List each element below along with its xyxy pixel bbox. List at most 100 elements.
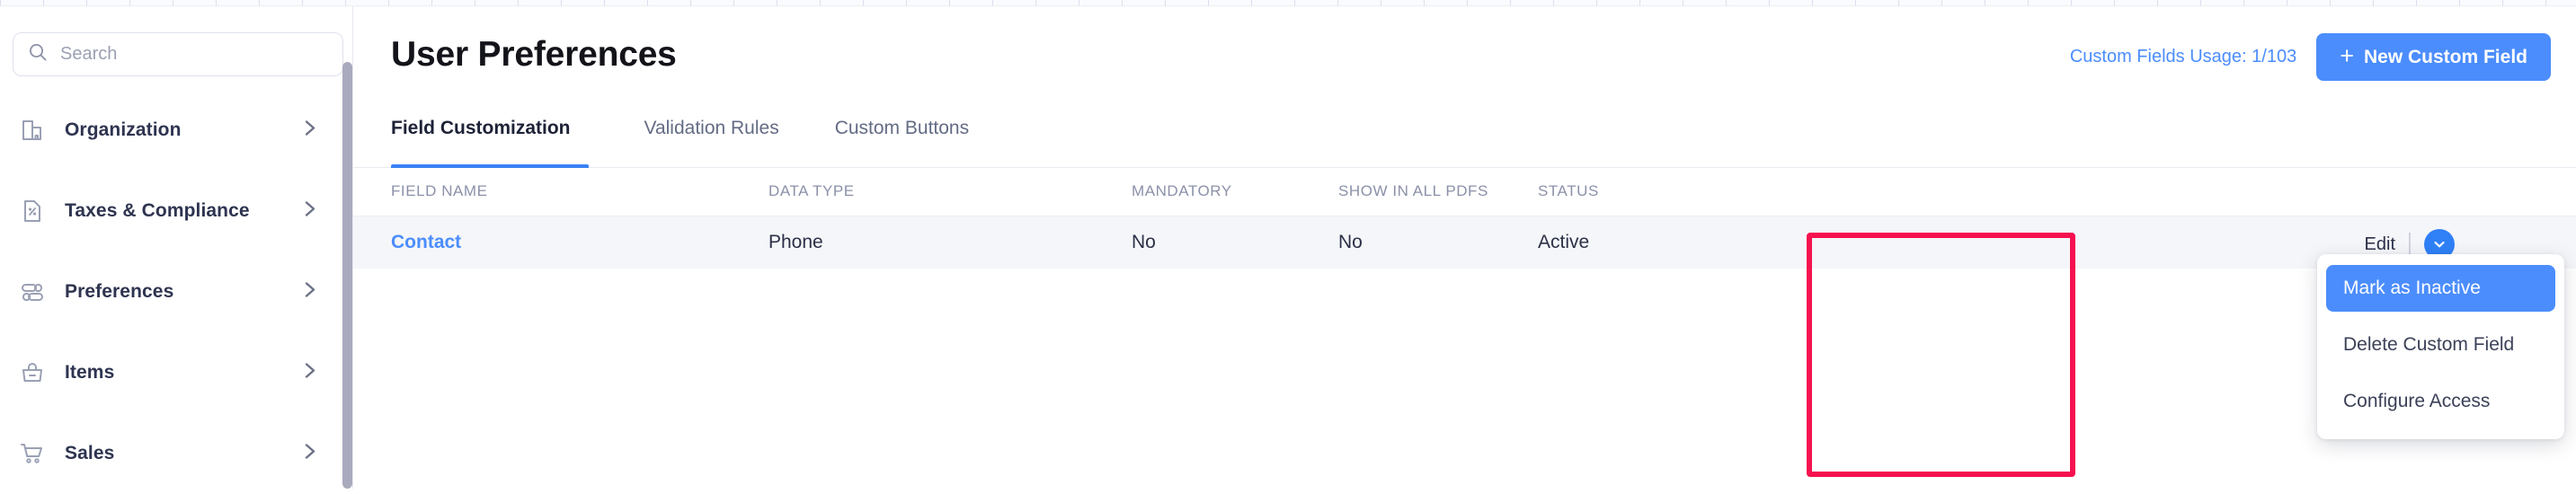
- ruler-tick: [86, 0, 87, 6]
- app-root: Organization Taxes & Compliance: [0, 6, 2576, 489]
- ruler-tick: [2373, 0, 2374, 6]
- cell-field-name[interactable]: Contact: [391, 232, 461, 253]
- ruler-tick: [1510, 0, 1511, 6]
- ruler-tick: [388, 0, 389, 6]
- ruler-tick: [0, 0, 1, 6]
- cell-show-in-all-pdfs: No: [1338, 232, 1363, 252]
- ruler-tick: [1251, 0, 1252, 6]
- plus-icon: +: [2340, 42, 2354, 69]
- ruler-tick: [820, 0, 821, 6]
- ruler-tick: [2502, 0, 2503, 6]
- ruler-tick: [1726, 0, 1727, 6]
- sidebar-scrollbar[interactable]: [342, 62, 352, 489]
- ruler-tick: [1553, 0, 1554, 6]
- menu-item-mark-as-inactive[interactable]: Mark as Inactive: [2326, 265, 2555, 312]
- cell-status: Active: [1538, 232, 1590, 252]
- custom-fields-table: FIELD NAME DATA TYPE MANDATORY SHOW IN A…: [353, 168, 2576, 439]
- ruler-tick: [2545, 0, 2546, 6]
- chevron-right-icon: [303, 118, 317, 144]
- ruler-tick: [43, 0, 44, 6]
- ruler-tick: [2330, 0, 2331, 6]
- ruler-tick: [2416, 0, 2417, 6]
- ruler-tick: [1855, 0, 1856, 6]
- header-actions: Custom Fields Usage: 1/103 + New Custom …: [2070, 33, 2551, 81]
- ruler-tick: [216, 0, 217, 6]
- menu-item-label: Mark as Inactive: [2343, 278, 2481, 298]
- sidebar: Organization Taxes & Compliance: [0, 6, 353, 489]
- ruler-tick: [518, 0, 519, 6]
- tab-validation-rules[interactable]: Validation Rules: [626, 118, 797, 168]
- new-custom-field-button[interactable]: + New Custom Field: [2316, 33, 2551, 81]
- ruler-tick: [1467, 0, 1468, 6]
- sidebar-item-label: Items: [65, 362, 115, 383]
- ruler-tick: [1165, 0, 1166, 6]
- tab-custom-buttons[interactable]: Custom Buttons: [817, 118, 987, 168]
- column-header-status: STATUS: [1538, 182, 1599, 199]
- new-custom-field-label: New Custom Field: [2363, 46, 2527, 67]
- ruler-tick: [431, 0, 432, 6]
- sidebar-item-sales[interactable]: Sales: [0, 413, 353, 494]
- ruler-tick: [1941, 0, 1942, 6]
- sidebar-item-taxes-and-compliance[interactable]: Taxes & Compliance: [0, 171, 353, 251]
- ruler-tick: [1337, 0, 1338, 6]
- table-row[interactable]: Contact Phone No No Active Edit Mark as …: [353, 216, 2576, 439]
- menu-item-label: Configure Access: [2343, 391, 2491, 411]
- ruler-tick: [2200, 0, 2201, 6]
- edit-button[interactable]: Edit: [2365, 234, 2395, 255]
- bag-icon: [16, 357, 49, 389]
- scrollbar-thumb[interactable]: [342, 62, 352, 489]
- column-header-mandatory: MANDATORY: [1132, 182, 1232, 199]
- sidebar-item-label: Organization: [65, 119, 182, 140]
- ruler-tick: [302, 0, 303, 6]
- tab-label: Field Customization: [391, 118, 571, 138]
- ruler-tick: [1639, 0, 1640, 6]
- search-container: [13, 32, 343, 76]
- table-header-row: FIELD NAME DATA TYPE MANDATORY SHOW IN A…: [353, 168, 2576, 216]
- search-icon: [28, 42, 60, 66]
- action-divider: [2409, 233, 2411, 256]
- chevron-right-icon: [303, 441, 317, 467]
- ruler-tick: [1898, 0, 1899, 6]
- column-header-field-name: FIELD NAME: [391, 182, 488, 199]
- menu-spacer: [2326, 368, 2555, 378]
- organization-icon: [16, 114, 49, 146]
- ruler-tick: [2243, 0, 2244, 6]
- ruler-tick: [561, 0, 562, 6]
- ruler-tick: [345, 0, 346, 6]
- tab-bar: Field Customization Validation Rules Cus…: [353, 118, 2576, 168]
- menu-item-configure-access[interactable]: Configure Access: [2326, 378, 2555, 425]
- ruler-tick: [690, 0, 691, 6]
- row-actions-dropdown-menu: Mark as Inactive Delete Custom Field Con…: [2317, 254, 2564, 439]
- sidebar-item-organization[interactable]: Organization: [0, 90, 353, 171]
- menu-item-label: Delete Custom Field: [2343, 334, 2515, 355]
- ruler-tick: [906, 0, 907, 6]
- ruler-tick: [2459, 0, 2460, 6]
- ruler-tick: [1122, 0, 1123, 6]
- ruler-tick: [1769, 0, 1770, 6]
- sidebar-item-label: Taxes & Compliance: [65, 200, 250, 221]
- sliders-icon: [16, 276, 49, 308]
- ruler-tick: [604, 0, 605, 6]
- ruler-tick: [733, 0, 734, 6]
- main-content: User Preferences Custom Fields Usage: 1/…: [353, 6, 2576, 489]
- tab-field-customization[interactable]: Field Customization: [391, 118, 589, 168]
- menu-item-delete-custom-field[interactable]: Delete Custom Field: [2326, 322, 2555, 368]
- cell-data-type: Phone: [768, 232, 823, 252]
- page-title: User Preferences: [391, 35, 677, 74]
- search-input[interactable]: [60, 44, 328, 65]
- ruler-tick: [1294, 0, 1295, 6]
- ruler-strip: [0, 0, 2576, 6]
- column-header-data-type: DATA TYPE: [768, 182, 855, 199]
- chevron-right-icon: [303, 279, 317, 305]
- chevron-right-icon: [303, 198, 317, 225]
- search-box[interactable]: [13, 32, 343, 76]
- ruler-tick: [647, 0, 648, 6]
- cell-mandatory: No: [1132, 232, 1156, 252]
- tab-label: Custom Buttons: [834, 118, 970, 138]
- sidebar-item-items[interactable]: Items: [0, 332, 353, 413]
- sidebar-item-preferences[interactable]: Preferences: [0, 251, 353, 332]
- ruler-tick: [2157, 0, 2158, 6]
- shopping-cart-icon: [16, 437, 49, 470]
- ruler-tick: [949, 0, 950, 6]
- menu-spacer: [2326, 312, 2555, 322]
